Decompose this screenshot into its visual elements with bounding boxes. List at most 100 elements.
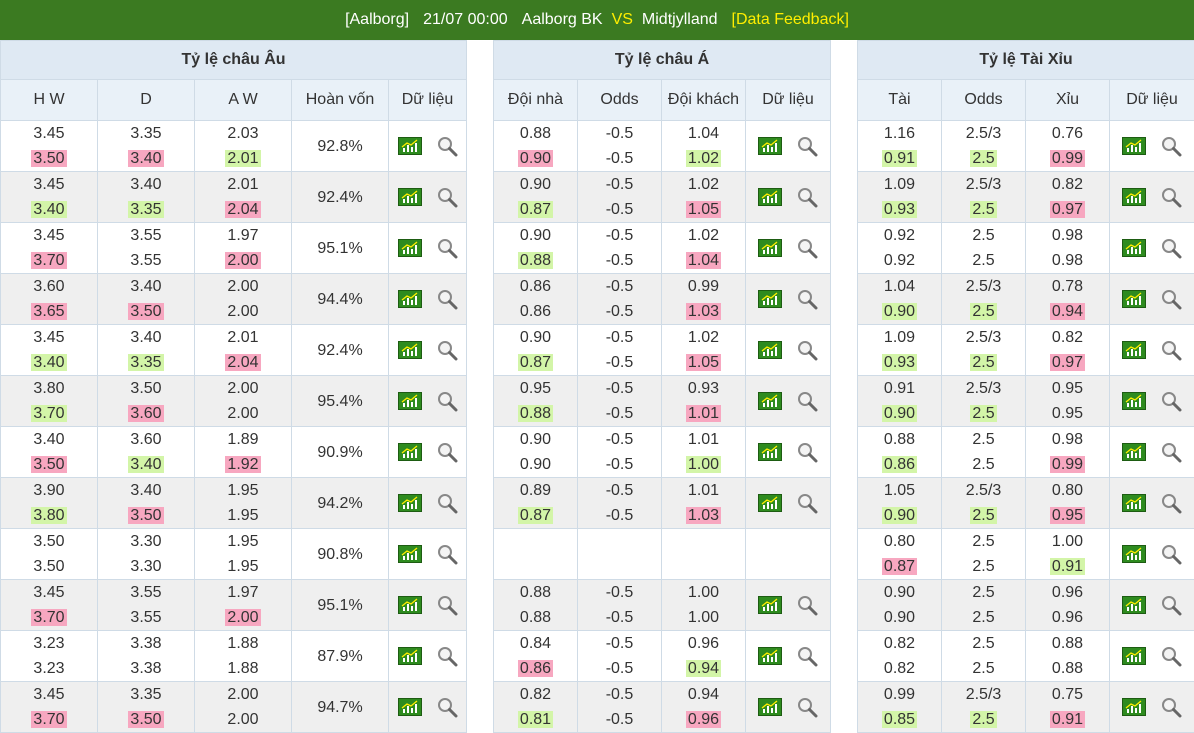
chart-icon[interactable]: [1122, 545, 1146, 563]
search-icon[interactable]: [796, 696, 818, 718]
chart-icon[interactable]: [1122, 596, 1146, 614]
opening-line: 0.80: [858, 529, 941, 554]
search-icon[interactable]: [796, 237, 818, 259]
search-icon[interactable]: [796, 594, 818, 616]
search-icon[interactable]: [1160, 186, 1182, 208]
search-icon[interactable]: [436, 594, 458, 616]
search-icon[interactable]: [796, 645, 818, 667]
opening-line: 1.02: [662, 325, 745, 350]
odds-cell: 3.453.70: [1, 682, 98, 733]
search-icon[interactable]: [1160, 390, 1182, 412]
search-icon[interactable]: [436, 390, 458, 412]
chart-icon[interactable]: [1122, 443, 1146, 461]
opening-odds: 3.23: [33, 635, 64, 652]
chart-icon[interactable]: [398, 341, 422, 359]
search-icon[interactable]: [1160, 543, 1182, 565]
table-row: 1.160.912.5/32.50.760.99: [858, 121, 1194, 172]
chart-icon[interactable]: [398, 596, 422, 614]
chart-icon[interactable]: [398, 545, 422, 563]
search-icon[interactable]: [796, 492, 818, 514]
odds-cell: 3.453.70: [1, 223, 98, 274]
chart-icon[interactable]: [758, 392, 782, 410]
chart-icon[interactable]: [1122, 137, 1146, 155]
search-icon[interactable]: [1160, 696, 1182, 718]
search-icon[interactable]: [436, 645, 458, 667]
chart-icon[interactable]: [398, 443, 422, 461]
search-icon[interactable]: [436, 288, 458, 310]
search-icon[interactable]: [436, 135, 458, 157]
search-icon[interactable]: [1160, 237, 1182, 259]
chart-icon[interactable]: [1122, 341, 1146, 359]
search-icon[interactable]: [1160, 492, 1182, 514]
chart-icon[interactable]: [398, 188, 422, 206]
league-link[interactable]: [Aalborg]: [345, 11, 409, 28]
data-feedback-link[interactable]: [Data Feedback]: [732, 11, 849, 28]
chart-icon[interactable]: [758, 239, 782, 257]
search-icon[interactable]: [436, 696, 458, 718]
chart-icon[interactable]: [758, 596, 782, 614]
search-icon[interactable]: [1160, 288, 1182, 310]
current-odds: 0.87: [518, 354, 553, 371]
search-icon[interactable]: [796, 186, 818, 208]
chart-icon[interactable]: [1122, 392, 1146, 410]
chart-icon[interactable]: [1122, 290, 1146, 308]
search-icon[interactable]: [436, 441, 458, 463]
chart-icon[interactable]: [758, 137, 782, 155]
search-icon[interactable]: [436, 186, 458, 208]
search-icon[interactable]: [1160, 339, 1182, 361]
current-line: -0.5: [578, 605, 661, 630]
odds-cell: 3.453.40: [1, 325, 98, 376]
data-actions-cell: [746, 121, 831, 172]
odds-cell: 1.040.90: [858, 274, 942, 325]
chart-icon[interactable]: [398, 698, 422, 716]
chart-icon[interactable]: [1122, 698, 1146, 716]
search-icon[interactable]: [1160, 135, 1182, 157]
current-odds: 3.65: [31, 303, 66, 320]
search-icon[interactable]: [1160, 441, 1182, 463]
odds-cell: 3.303.30: [98, 529, 195, 580]
away-team-link[interactable]: Midtjylland: [642, 11, 718, 28]
chart-icon[interactable]: [398, 137, 422, 155]
odds-cell: 3.453.40: [1, 172, 98, 223]
opening-odds: 0.96: [1052, 584, 1083, 601]
search-icon[interactable]: [796, 339, 818, 361]
search-icon[interactable]: [796, 288, 818, 310]
chart-icon[interactable]: [398, 290, 422, 308]
table-row: 0.880.862.52.50.980.99: [858, 427, 1194, 478]
chart-icon[interactable]: [758, 698, 782, 716]
chart-icon[interactable]: [398, 647, 422, 665]
search-icon[interactable]: [436, 492, 458, 514]
odds-cell: 0.820.81: [494, 682, 578, 733]
chart-icon[interactable]: [1122, 647, 1146, 665]
search-icon[interactable]: [436, 543, 458, 565]
chart-icon[interactable]: [398, 392, 422, 410]
chart-icon[interactable]: [758, 647, 782, 665]
chart-icon[interactable]: [758, 290, 782, 308]
chart-icon[interactable]: [1122, 494, 1146, 512]
chart-icon[interactable]: [758, 443, 782, 461]
chart-icon[interactable]: [1122, 188, 1146, 206]
search-icon[interactable]: [436, 237, 458, 259]
chart-icon[interactable]: [758, 494, 782, 512]
chart-icon[interactable]: [398, 239, 422, 257]
search-icon[interactable]: [796, 135, 818, 157]
opening-odds: 2.01: [227, 176, 258, 193]
search-icon[interactable]: [436, 339, 458, 361]
opening-line: 0.94: [662, 682, 745, 707]
chart-icon[interactable]: [758, 341, 782, 359]
chart-icon[interactable]: [398, 494, 422, 512]
opening-odds: -0.5: [606, 686, 634, 703]
current-odds: 0.90: [520, 456, 551, 473]
search-icon[interactable]: [1160, 645, 1182, 667]
chart-icon[interactable]: [1122, 239, 1146, 257]
search-icon[interactable]: [796, 390, 818, 412]
home-team-link[interactable]: Aalborg BK: [522, 11, 603, 28]
opening-line: 0.90: [858, 580, 941, 605]
current-line: 3.70: [1, 401, 97, 426]
opening-odds: 3.90: [33, 482, 64, 499]
chart-icon[interactable]: [758, 188, 782, 206]
search-icon[interactable]: [796, 441, 818, 463]
search-icon[interactable]: [1160, 594, 1182, 616]
current-line: 0.98: [1026, 248, 1109, 273]
current-odds: 1.01: [686, 405, 721, 422]
